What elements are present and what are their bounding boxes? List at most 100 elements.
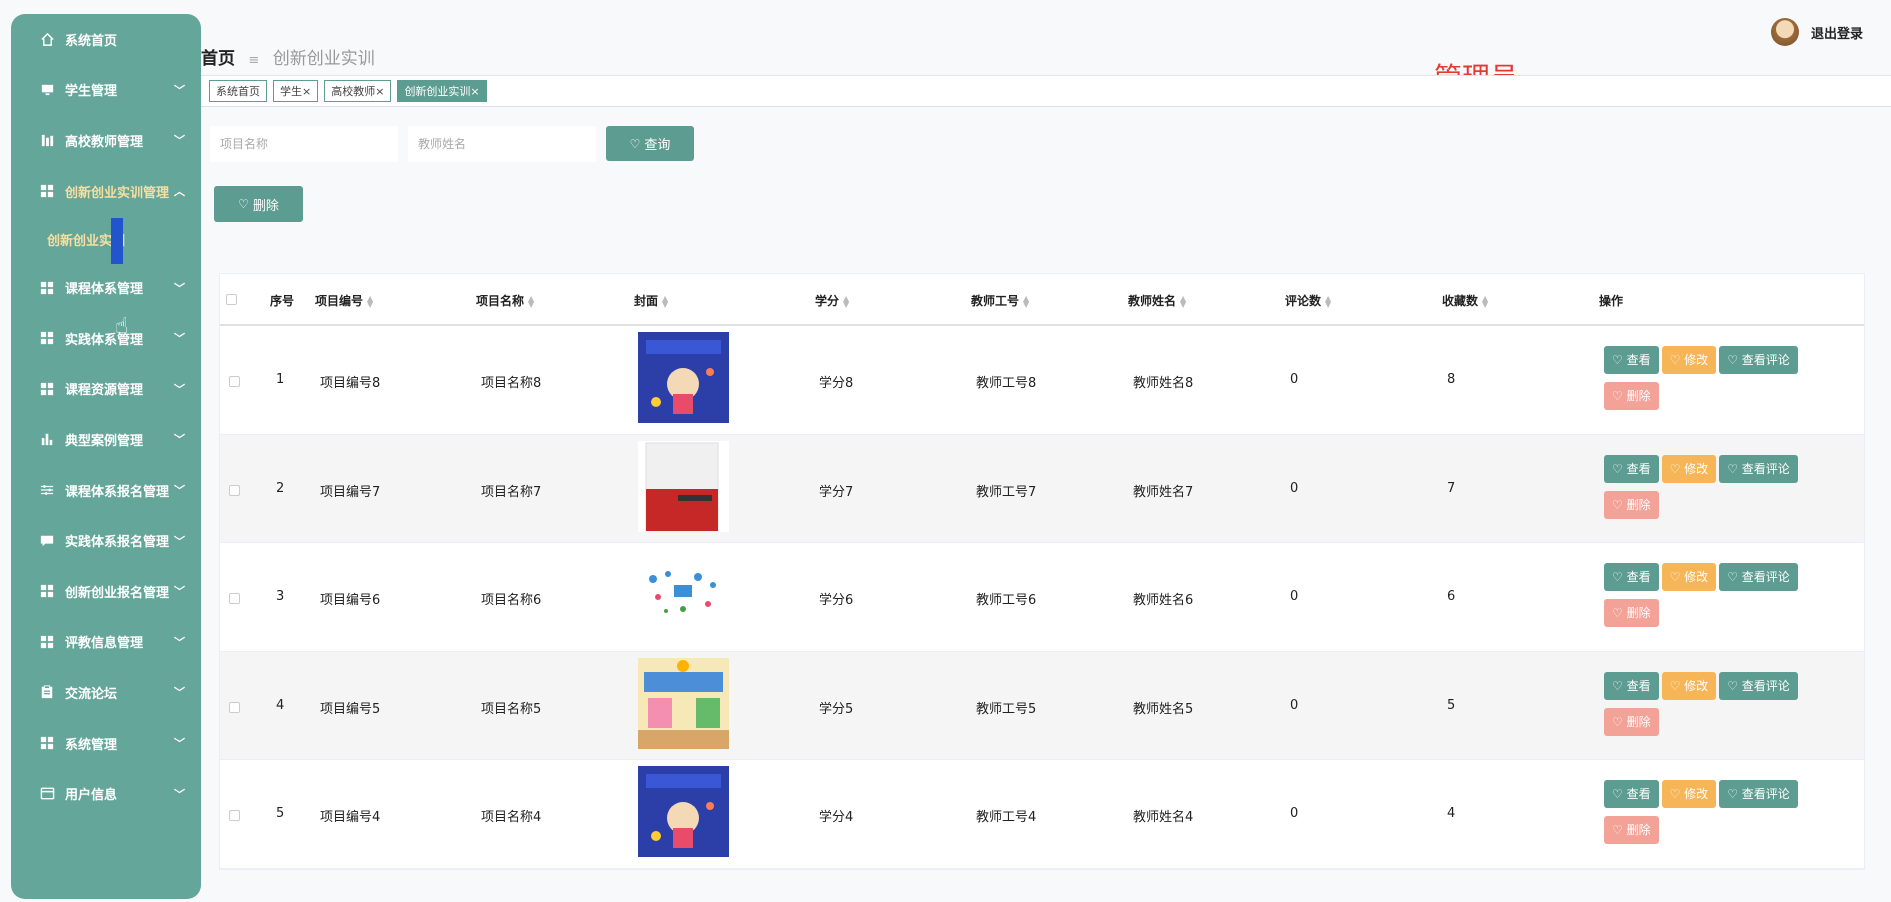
row-checkbox[interactable]	[229, 701, 240, 713]
edit-button[interactable]: ♡ 修改	[1661, 780, 1717, 809]
table-row: 4 项目编号5 项目名称5 学分5 教师工号5 教师姓名5 0 5 ♡ 查看 ♡ 修改 ♡ 查看评论…	[220, 651, 1864, 761]
cover-image[interactable]	[638, 549, 729, 641]
heart-icon: ♡	[238, 197, 249, 211]
view-comments-button[interactable]: ♡ 查看评论	[1719, 454, 1798, 483]
sidebar-item-label: 学生管理	[65, 84, 118, 100]
cover-image[interactable]	[638, 332, 729, 423]
view-button[interactable]: ♡ 查看	[1604, 563, 1659, 592]
edit-button[interactable]: ♡ 修改	[1661, 454, 1717, 483]
row-checkbox[interactable]	[229, 484, 240, 496]
view-button[interactable]: ♡ 查看	[1604, 454, 1659, 483]
sidebar-item-label: 创新创业报名管理	[65, 585, 170, 601]
view-button[interactable]: ♡ 查看	[1604, 780, 1659, 809]
logout-link[interactable]: 退出登录	[1811, 23, 1863, 42]
view-comments-button[interactable]: ♡ 查看评论	[1719, 563, 1798, 592]
sidebar-subitem-training[interactable]: 创新创业实训	[11, 216, 201, 265]
teacher-name-input[interactable]	[408, 126, 596, 162]
sidebar-item-label: 实践体系管理	[65, 332, 144, 348]
sidebar-item-10[interactable]: 创新创业报名管理 ﹀	[11, 566, 201, 617]
sort-icon[interactable]: ▲ ▼	[1482, 294, 1488, 308]
column-header-teacher-name[interactable]: 教师姓名 ▲ ▼	[1128, 292, 1186, 309]
remove-button[interactable]: ♡ 删除	[1604, 490, 1659, 519]
sidebar-item-label: 系统管理	[65, 737, 118, 753]
breadcrumb-home[interactable]: 首页	[201, 49, 235, 69]
row-actions: ♡ 查看 ♡ 修改 ♡ 查看评论 ♡ 删除	[1604, 563, 1844, 635]
sidebar-item-5[interactable]: 实践体系管理 ﹀	[11, 313, 201, 364]
view-comments-button[interactable]: ♡ 查看评论	[1719, 780, 1798, 809]
delete-button[interactable]: ♡ 删除	[214, 186, 303, 222]
cell-teacher-name: 教师姓名7	[1133, 484, 1194, 500]
sidebar-item-4[interactable]: 课程体系管理 ﹀	[11, 262, 201, 313]
column-header-code[interactable]: 项目编号 ▲ ▼	[315, 292, 373, 309]
chevron-down-icon: ﹀	[174, 433, 185, 447]
chart-icon	[39, 431, 55, 447]
tab-tag-1[interactable]: 学生×	[273, 80, 319, 102]
cell-code: 项目编号8	[320, 376, 381, 391]
sidebar-item-12[interactable]: 交流论坛 ﹀	[11, 667, 201, 718]
cell-credit: 学分8	[819, 376, 854, 391]
column-header-cover[interactable]: 封面 ▲ ▼	[634, 292, 668, 309]
sort-icon[interactable]: ▲ ▼	[528, 294, 534, 308]
tab-tag-3[interactable]: 创新创业实训×	[397, 80, 487, 102]
edit-button[interactable]: ♡ 修改	[1661, 563, 1717, 592]
column-header-comments[interactable]: 评论数 ▲ ▼	[1285, 292, 1331, 309]
sidebar-item-0[interactable]: 系统首页	[11, 14, 201, 65]
breadcrumb-separator: ≡	[248, 53, 260, 68]
sort-icon[interactable]: ▲ ▼	[367, 294, 373, 308]
tab-tag-0[interactable]: 系统首页	[209, 80, 267, 102]
view-button[interactable]: ♡ 查看	[1604, 671, 1659, 700]
column-header-credit[interactable]: 学分 ▲ ▼	[815, 292, 849, 309]
sidebar-item-2[interactable]: 高校教师管理 ﹀	[11, 115, 201, 166]
sidebar-item-label: 创新创业实训管理	[65, 185, 170, 201]
cover-image[interactable]	[638, 440, 729, 532]
remove-button[interactable]: ♡ 删除	[1604, 816, 1659, 845]
row-checkbox[interactable]	[229, 810, 240, 822]
heart-icon: ♡	[1612, 678, 1627, 693]
remove-button[interactable]: ♡ 删除	[1604, 599, 1659, 628]
select-all-checkbox[interactable]	[226, 294, 237, 305]
sidebar: 系统首页 学生管理 ﹀ 高校教师管理 ﹀ 创新创业实训管理 ︿ 创新创业实训 课程体系管理 ﹀ 实践…	[11, 14, 201, 899]
sidebar-item-label: 交流论坛	[65, 686, 118, 702]
column-header-teacher-id[interactable]: 教师工号 ▲ ▼	[971, 292, 1029, 309]
edit-button[interactable]: ♡ 修改	[1661, 671, 1717, 700]
sort-icon[interactable]: ▲ ▼	[1023, 294, 1029, 308]
cover-image[interactable]	[638, 766, 729, 858]
project-name-input[interactable]	[210, 126, 398, 162]
chevron-down-icon: ﹀	[174, 332, 185, 346]
user-area: 退出登录	[1770, 18, 1863, 46]
view-comments-button[interactable]: ♡ 查看评论	[1719, 346, 1798, 374]
view-comments-button[interactable]: ♡ 查看评论	[1719, 671, 1798, 700]
sidebar-item-7[interactable]: 典型案例管理 ﹀	[11, 414, 201, 465]
chevron-down-icon: ﹀	[174, 134, 185, 148]
edit-button[interactable]: ♡ 修改	[1661, 346, 1717, 374]
heart-icon: ♡	[1727, 787, 1742, 802]
sidebar-item-6[interactable]: 课程资源管理 ﹀	[11, 364, 201, 415]
column-header-name[interactable]: 项目名称 ▲ ▼	[476, 292, 534, 309]
query-button[interactable]: ♡ 查询	[606, 126, 694, 161]
sort-icon[interactable]: ▲ ▼	[1180, 294, 1186, 308]
heart-icon: ♡	[1612, 606, 1627, 621]
row-actions: ♡ 查看 ♡ 修改 ♡ 查看评论 ♡ 删除	[1604, 454, 1844, 527]
row-checkbox[interactable]	[229, 593, 240, 605]
sidebar-item-8[interactable]: 课程体系报名管理 ﹀	[11, 465, 201, 516]
sidebar-item-3[interactable]: 创新创业实训管理 ︿	[11, 166, 201, 217]
row-checkbox[interactable]	[229, 376, 240, 387]
sidebar-item-9[interactable]: 实践体系报名管理 ﹀	[11, 515, 201, 566]
sidebar-item-14[interactable]: 用户信息 ﹀	[11, 768, 201, 819]
tab-tag-2[interactable]: 高校教师×	[324, 80, 392, 102]
search-bar: ♡ 查询	[210, 126, 694, 162]
sort-icon[interactable]: ▲ ▼	[843, 294, 849, 308]
sidebar-item-1[interactable]: 学生管理 ﹀	[11, 65, 201, 116]
heart-icon: ♡	[1669, 570, 1685, 585]
view-button[interactable]: ♡ 查看	[1604, 346, 1659, 374]
sidebar-item-11[interactable]: 评教信息管理 ﹀	[11, 617, 201, 668]
sidebar-item-13[interactable]: 系统管理 ﹀	[11, 718, 201, 769]
remove-button[interactable]: ♡ 删除	[1604, 707, 1659, 736]
remove-button[interactable]: ♡ 删除	[1604, 382, 1659, 410]
sort-icon[interactable]: ▲ ▼	[1325, 294, 1331, 308]
sidebar-item-label: 实践体系报名管理	[65, 535, 170, 551]
column-header-favorites[interactable]: 收藏数 ▲ ▼	[1442, 292, 1488, 309]
chevron-down-icon: ﹀	[174, 787, 185, 801]
cover-image[interactable]	[638, 657, 729, 749]
sort-icon[interactable]: ▲ ▼	[662, 294, 668, 308]
